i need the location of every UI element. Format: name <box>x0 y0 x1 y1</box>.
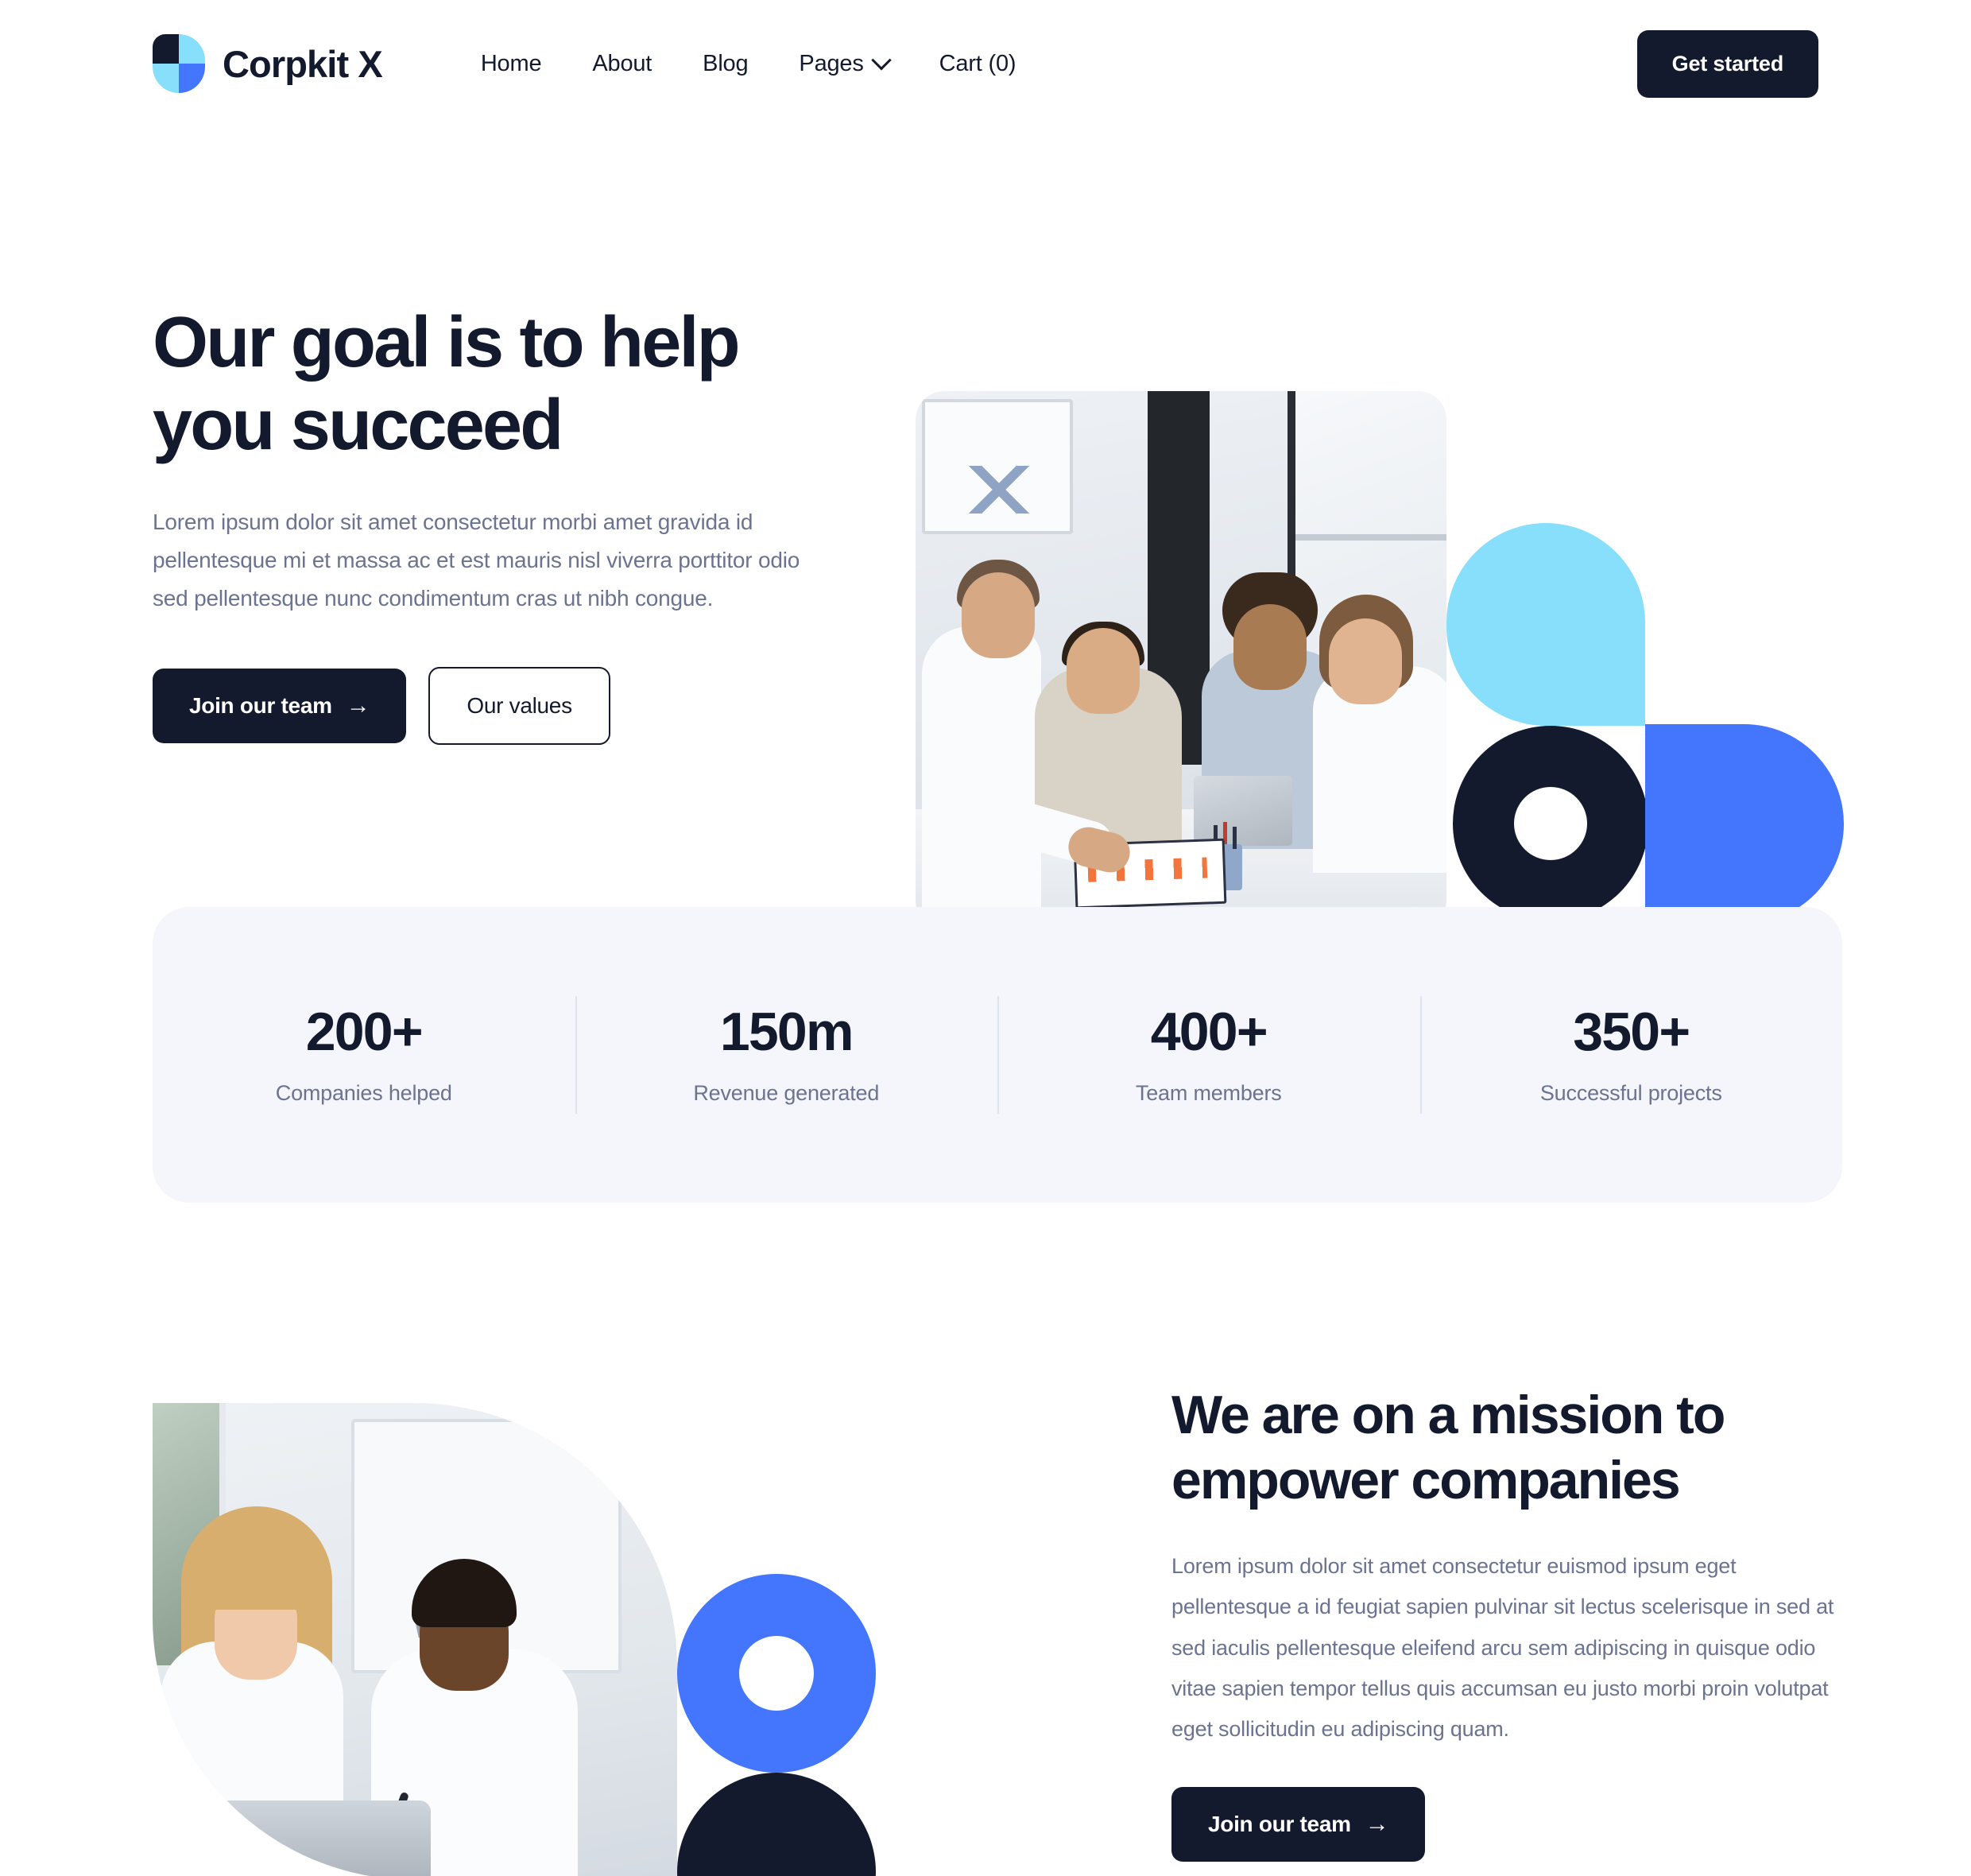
nav-item-blog-label: Blog <box>703 50 749 76</box>
arrow-right-icon: → <box>346 692 370 719</box>
stat-value: 350+ <box>1573 1001 1690 1062</box>
nav-item-cart[interactable]: Cart (0) <box>914 43 1042 85</box>
our-values-button[interactable]: Our values <box>428 667 610 746</box>
stat-label: Companies helped <box>275 1080 452 1105</box>
hero-title: Our goal is to help you succeed <box>153 303 741 465</box>
arrow-right-icon: → <box>1365 1810 1389 1837</box>
get-started-button[interactable]: Get started <box>1636 29 1818 98</box>
site-header: Corpkit X Home About Blog Pages Cart (0)… <box>0 0 1971 127</box>
photo-laptop <box>168 1800 431 1876</box>
stat-item: 150m Revenue generated <box>575 1005 998 1106</box>
stat-value: 200+ <box>305 1001 424 1062</box>
landing-page: Corpkit X Home About Blog Pages Cart (0)… <box>0 0 1971 1876</box>
primary-navigation: Home About Blog Pages Cart (0) <box>455 43 1042 85</box>
logo-quadrant-top-left <box>153 34 179 64</box>
join-our-team-button-label: Join our team <box>189 693 332 719</box>
hero-image <box>916 391 1446 928</box>
photo-person-4-head <box>1329 618 1402 704</box>
logo-quadrant-bottom-left <box>153 64 179 93</box>
stat-label: Revenue generated <box>693 1080 880 1105</box>
logo-quadrant-top-right <box>179 34 205 64</box>
photo-laptop <box>1194 776 1292 846</box>
mission-join-our-team-button[interactable]: Join our team → <box>1171 1786 1426 1862</box>
two-colleagues-at-laptop-photo <box>153 1403 677 1876</box>
hero-section: Our goal is to help you succeed Lorem ip… <box>0 127 1971 928</box>
nav-item-pages-label: Pages <box>799 50 864 76</box>
mission-image <box>153 1403 677 1876</box>
photo-person-1-body <box>922 626 1041 928</box>
mission-section: We are on a mission to empower companies… <box>0 1383 1971 1876</box>
dark-circle-shape <box>677 1773 876 1876</box>
mission-decorative-shapes <box>677 1574 876 1876</box>
stat-item: 200+ Companies helped <box>153 1005 575 1106</box>
mission-copy: We are on a mission to empower companies… <box>1171 1383 1855 1862</box>
stat-item: 350+ Successful projects <box>1420 1005 1843 1106</box>
photo-whiteboard <box>922 399 1073 534</box>
stat-label: Successful projects <box>1539 1080 1722 1105</box>
nav-item-home[interactable]: Home <box>455 43 567 85</box>
stat-label: Team members <box>1135 1080 1282 1105</box>
mission-actions: Join our team → <box>1171 1786 1855 1862</box>
chevron-down-icon <box>870 50 892 71</box>
hero-actions: Join our team → Our values <box>153 667 868 746</box>
light-blue-quarter-shape <box>1446 523 1645 726</box>
office-team-meeting-photo <box>916 391 1446 928</box>
nav-item-cart-label: Cart (0) <box>939 50 1016 76</box>
photo-person-2-head <box>1067 628 1140 714</box>
mission-title: We are on a mission to empower companies <box>1171 1385 1725 1510</box>
mission-paragraph: Lorem ipsum dolor sit amet consectetur e… <box>1171 1554 1834 1742</box>
stat-value: 400+ <box>1150 1001 1268 1062</box>
blue-donut-shape <box>677 1574 876 1773</box>
nav-item-pages[interactable]: Pages <box>773 43 913 85</box>
nav-item-about[interactable]: About <box>567 43 677 85</box>
stat-item: 400+ Team members <box>997 1005 1420 1106</box>
stat-value: 150m <box>719 1001 854 1062</box>
hero-copy: Our goal is to help you succeed Lorem ip… <box>153 302 868 746</box>
brand-name: Corpkit X <box>223 42 383 85</box>
stats-panel: 200+ Companies helped 150m Revenue gener… <box>153 907 1842 1203</box>
dark-donut-shape <box>1453 726 1648 921</box>
mission-join-our-team-button-label: Join our team <box>1208 1811 1351 1836</box>
hero-decorative-shapes <box>1446 523 1844 928</box>
photo-person-1-head <box>962 572 1035 658</box>
nav-item-about-label: About <box>592 50 652 76</box>
brand-logo[interactable]: Corpkit X <box>153 34 383 93</box>
photo-person-3-head <box>1233 604 1307 690</box>
hero-paragraph: Lorem ipsum dolor sit amet consectetur m… <box>153 510 800 611</box>
blue-quarter-shape <box>1645 724 1844 924</box>
nav-item-blog[interactable]: Blog <box>677 43 773 85</box>
join-our-team-button[interactable]: Join our team → <box>153 669 407 744</box>
logo-quadrant-bottom-right <box>179 64 205 93</box>
logo-four-square-icon <box>153 34 205 93</box>
nav-item-home-label: Home <box>480 50 542 76</box>
